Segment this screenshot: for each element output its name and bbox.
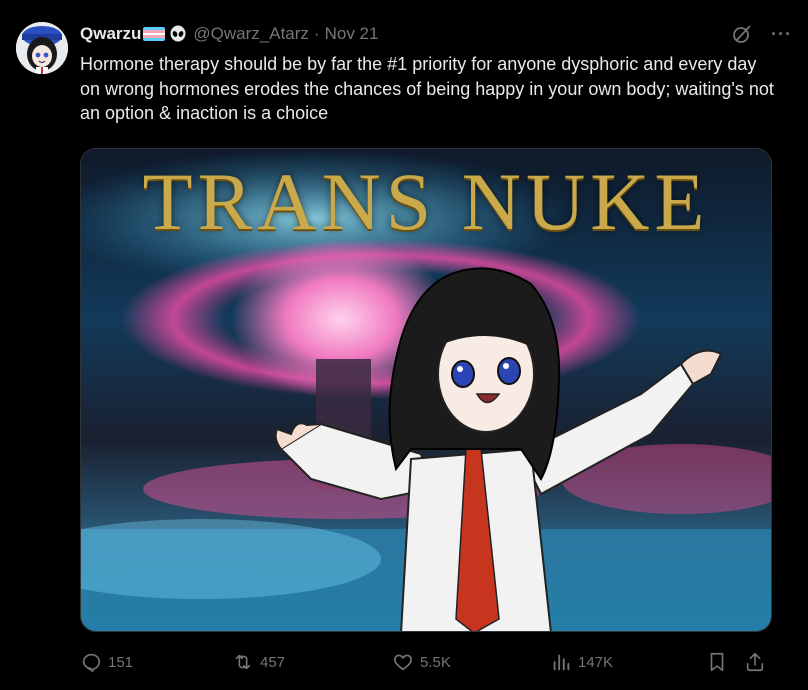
views-count: 147K: [578, 653, 614, 671]
user-handle[interactable]: @Qwarz_Atarz: [193, 24, 309, 44]
views-icon: [553, 654, 570, 671]
reply-button[interactable]: 151: [80, 648, 133, 676]
like-icon: [394, 654, 412, 671]
views-button[interactable]: 147K: [550, 648, 613, 676]
bookmark-icon: [710, 652, 724, 672]
more-icon[interactable]: ···: [771, 24, 792, 45]
repost-count: 457: [260, 653, 286, 671]
share-button[interactable]: [744, 648, 766, 676]
alien-icon: [169, 25, 187, 43]
trans-flag-icon: [143, 27, 166, 41]
tweet-media[interactable]: TRANS NUKE: [80, 148, 772, 632]
display-name[interactable]: Qwarzu: [80, 24, 141, 44]
avatar[interactable]: [16, 22, 68, 74]
tweet: Qwarzu @Qwarz_Atarz · Nov 21 ··· Hormone…: [0, 0, 808, 690]
media-title: TRANS NUKE: [142, 156, 710, 247]
grok-icon[interactable]: [731, 23, 753, 45]
repost-icon: [235, 654, 251, 670]
share-icon: [746, 652, 764, 672]
like-button[interactable]: 5.5K: [392, 648, 451, 676]
reply-count: 151: [108, 653, 134, 671]
avatar-image: [16, 22, 68, 74]
action-bar: 151 457 5.5K 147K: [80, 648, 770, 676]
bookmark-button[interactable]: [706, 648, 728, 676]
like-count: 5.5K: [420, 653, 451, 671]
header-actions: ···: [731, 23, 792, 45]
header-separator: ·: [313, 24, 320, 43]
tweet-header: Qwarzu @Qwarz_Atarz · Nov 21 ···: [80, 22, 792, 46]
reply-icon: [82, 653, 101, 672]
tweet-date[interactable]: Nov 21: [325, 24, 379, 44]
repost-button[interactable]: 457: [232, 648, 285, 676]
tweet-text: Hormone therapy should be by far the #1 …: [80, 54, 774, 123]
